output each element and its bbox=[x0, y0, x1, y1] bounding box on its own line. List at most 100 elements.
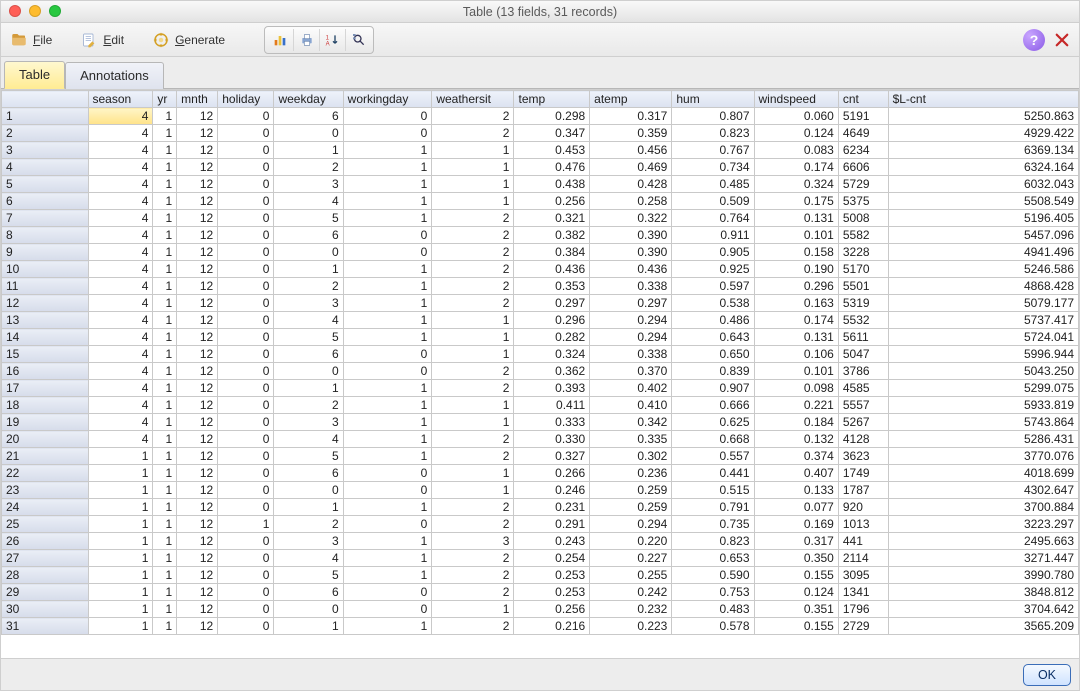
cell[interactable]: 0.597 bbox=[672, 278, 754, 295]
cell[interactable]: 5319 bbox=[838, 295, 888, 312]
cell[interactable]: 1 bbox=[153, 499, 177, 516]
cell[interactable]: 4929.422 bbox=[888, 125, 1078, 142]
cell[interactable]: 5043.250 bbox=[888, 363, 1078, 380]
cell[interactable]: 0.767 bbox=[672, 142, 754, 159]
cell[interactable]: 1 bbox=[88, 550, 153, 567]
cell[interactable]: 0.905 bbox=[672, 244, 754, 261]
cell[interactable]: 0.321 bbox=[514, 210, 590, 227]
cell[interactable]: 1 bbox=[432, 159, 514, 176]
cell[interactable]: 1 bbox=[153, 448, 177, 465]
cell[interactable]: 12 bbox=[177, 618, 218, 635]
cell[interactable]: 5532 bbox=[838, 312, 888, 329]
cell[interactable]: 2 bbox=[432, 584, 514, 601]
cell[interactable]: 3848.812 bbox=[888, 584, 1078, 601]
table-row[interactable]: 16411200020.3620.3700.8390.10137865043.2… bbox=[2, 363, 1079, 380]
cell[interactable]: 0.227 bbox=[590, 550, 672, 567]
cell[interactable]: 1 bbox=[343, 499, 432, 516]
cell[interactable]: 0.158 bbox=[754, 244, 838, 261]
cell[interactable]: 0.823 bbox=[672, 533, 754, 550]
cell[interactable]: 6 bbox=[274, 108, 343, 125]
cell[interactable]: 2 bbox=[432, 431, 514, 448]
cell[interactable]: 4 bbox=[88, 142, 153, 159]
cell[interactable]: 0.124 bbox=[754, 125, 838, 142]
cell[interactable]: 0.839 bbox=[672, 363, 754, 380]
cell[interactable]: 1 bbox=[153, 584, 177, 601]
cell[interactable]: 0 bbox=[218, 125, 274, 142]
cell[interactable]: 0.324 bbox=[514, 346, 590, 363]
cell[interactable]: 0.753 bbox=[672, 584, 754, 601]
cell[interactable]: 0.220 bbox=[590, 533, 672, 550]
table-row[interactable]: 15411206010.3240.3380.6500.10650475996.9… bbox=[2, 346, 1079, 363]
cell[interactable]: 0.101 bbox=[754, 363, 838, 380]
cell[interactable]: 0.106 bbox=[754, 346, 838, 363]
cell[interactable]: 1 bbox=[432, 397, 514, 414]
cell[interactable]: 0.174 bbox=[754, 312, 838, 329]
cell[interactable]: 0.294 bbox=[590, 516, 672, 533]
cell[interactable]: 0.296 bbox=[754, 278, 838, 295]
cell[interactable]: 2114 bbox=[838, 550, 888, 567]
cell[interactable]: 0.483 bbox=[672, 601, 754, 618]
cell[interactable]: 1 bbox=[153, 618, 177, 635]
cell[interactable]: 0.764 bbox=[672, 210, 754, 227]
cell[interactable]: 0.124 bbox=[754, 584, 838, 601]
tb-sort-button[interactable]: 1A bbox=[319, 29, 345, 51]
cell[interactable]: 1 bbox=[153, 533, 177, 550]
cell[interactable]: 0.216 bbox=[514, 618, 590, 635]
cell[interactable]: 1 bbox=[153, 125, 177, 142]
cell[interactable]: 0.333 bbox=[514, 414, 590, 431]
cell[interactable]: 4 bbox=[88, 244, 153, 261]
cell[interactable]: 1 bbox=[343, 278, 432, 295]
cell[interactable]: 4941.496 bbox=[888, 244, 1078, 261]
cell[interactable]: 6369.134 bbox=[888, 142, 1078, 159]
cell[interactable]: 0 bbox=[343, 108, 432, 125]
ok-button[interactable]: OK bbox=[1023, 664, 1071, 686]
cell[interactable]: 3 bbox=[274, 414, 343, 431]
cell[interactable]: 0.515 bbox=[672, 482, 754, 499]
cell[interactable]: 3095 bbox=[838, 567, 888, 584]
cell[interactable]: 0 bbox=[218, 346, 274, 363]
table-row[interactable]: 30111200010.2560.2320.4830.35117963704.6… bbox=[2, 601, 1079, 618]
cell[interactable]: 1 bbox=[88, 533, 153, 550]
cell[interactable]: 0 bbox=[218, 312, 274, 329]
cell[interactable]: 1787 bbox=[838, 482, 888, 499]
menu-file[interactable]: File bbox=[7, 28, 55, 52]
cell[interactable]: 0.925 bbox=[672, 261, 754, 278]
table-row[interactable]: 31111201120.2160.2230.5780.15527293565.2… bbox=[2, 618, 1079, 635]
cell[interactable]: 12 bbox=[177, 482, 218, 499]
cell[interactable]: 0.330 bbox=[514, 431, 590, 448]
cell[interactable]: 1 bbox=[343, 261, 432, 278]
cell[interactable]: 5267 bbox=[838, 414, 888, 431]
cell[interactable]: 0.370 bbox=[590, 363, 672, 380]
cell[interactable]: 0 bbox=[274, 244, 343, 261]
row-header[interactable]: 14 bbox=[2, 329, 89, 346]
cell[interactable]: 2 bbox=[432, 295, 514, 312]
table-row[interactable]: 25111212020.2910.2940.7350.16910133223.2… bbox=[2, 516, 1079, 533]
cell[interactable]: 1796 bbox=[838, 601, 888, 618]
cell[interactable]: 0.232 bbox=[590, 601, 672, 618]
cell[interactable]: 1 bbox=[343, 431, 432, 448]
cell[interactable]: 1 bbox=[153, 244, 177, 261]
cell[interactable]: 0 bbox=[343, 465, 432, 482]
cell[interactable]: 5286.431 bbox=[888, 431, 1078, 448]
cell[interactable]: 1 bbox=[343, 295, 432, 312]
cell[interactable]: 0 bbox=[343, 482, 432, 499]
cell[interactable]: 0.256 bbox=[514, 601, 590, 618]
cell[interactable]: 1 bbox=[88, 584, 153, 601]
cell[interactable]: 0.131 bbox=[754, 210, 838, 227]
close-window-button[interactable] bbox=[9, 5, 21, 17]
cell[interactable]: 0.390 bbox=[590, 227, 672, 244]
cell[interactable]: 0.453 bbox=[514, 142, 590, 159]
cell[interactable]: 0.266 bbox=[514, 465, 590, 482]
cell[interactable]: 3990.780 bbox=[888, 567, 1078, 584]
menu-edit[interactable]: Edit bbox=[77, 28, 127, 52]
cell[interactable]: 2729 bbox=[838, 618, 888, 635]
cell[interactable]: 0 bbox=[343, 125, 432, 142]
cell[interactable]: 1 bbox=[343, 193, 432, 210]
cell[interactable]: 4 bbox=[88, 312, 153, 329]
table-row[interactable]: 18411202110.4110.4100.6660.22155575933.8… bbox=[2, 397, 1079, 414]
cell[interactable]: 5724.041 bbox=[888, 329, 1078, 346]
corner-cell[interactable] bbox=[2, 91, 89, 108]
cell[interactable]: 5008 bbox=[838, 210, 888, 227]
cell[interactable]: 0.653 bbox=[672, 550, 754, 567]
cell[interactable]: 12 bbox=[177, 567, 218, 584]
